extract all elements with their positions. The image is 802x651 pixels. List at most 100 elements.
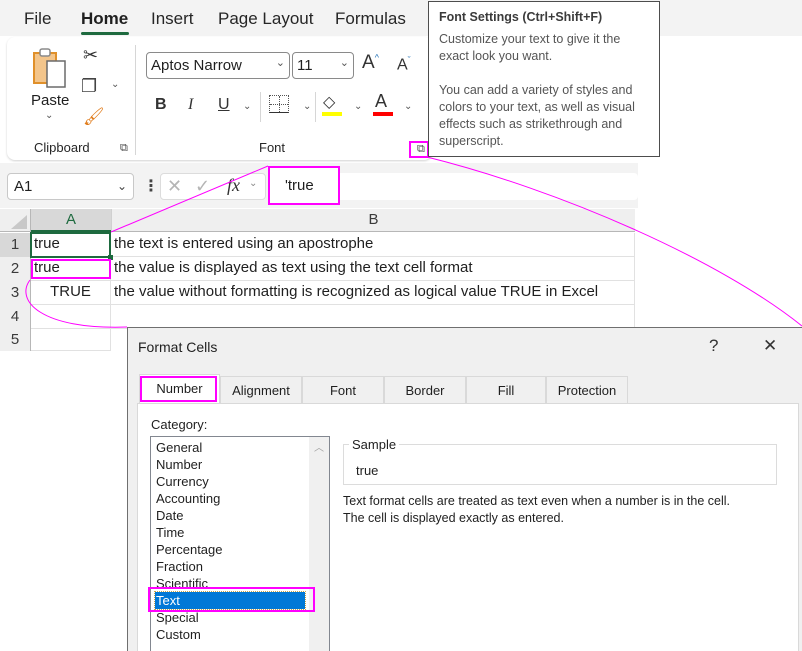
category-accounting[interactable]: Accounting (155, 490, 305, 507)
row-header-2[interactable]: 2 (0, 257, 31, 281)
sample-group (343, 444, 777, 485)
paste-label[interactable]: Paste (31, 92, 69, 109)
help-button[interactable]: ? (709, 336, 718, 356)
font-color-swatch (373, 112, 393, 116)
format-description: Text format cells are treated as text ev… (343, 493, 730, 527)
tab-insert[interactable]: Insert (151, 9, 194, 29)
tab-file[interactable]: File (24, 9, 51, 29)
row-header-5[interactable]: 5 (0, 329, 31, 351)
category-fraction[interactable]: Fraction (155, 558, 305, 575)
font-launcher-highlight (409, 141, 429, 158)
copy-icon[interactable]: ❐ (81, 76, 97, 97)
divider (260, 92, 261, 122)
category-number[interactable]: Number (155, 456, 305, 473)
cell-a4[interactable] (31, 305, 111, 329)
tab-fill[interactable]: Fill (466, 376, 546, 403)
cell-b2[interactable]: the value is displayed as text using the… (111, 257, 635, 281)
font-color-button[interactable]: A (375, 91, 387, 112)
cell-b1[interactable]: the text is entered using an apostrophe (111, 233, 635, 257)
tab-home[interactable]: Home (81, 9, 128, 29)
category-percentage[interactable]: Percentage (155, 541, 305, 558)
active-tab-indicator (81, 32, 129, 35)
underline-button[interactable]: U (218, 96, 230, 114)
fill-color-dropdown-chevron-icon[interactable]: ⌄ (354, 101, 362, 112)
number-tab-highlight (140, 376, 217, 402)
tab-formulas[interactable]: Formulas (335, 9, 406, 29)
tab-alignment[interactable]: Alignment (220, 376, 302, 403)
bold-button[interactable]: B (155, 96, 167, 114)
increase-font-size-button[interactable]: A^ (362, 52, 379, 74)
close-button[interactable]: ✕ (763, 336, 777, 356)
row-header-3[interactable]: 3 (0, 281, 31, 305)
cell-a2-highlight (31, 259, 111, 279)
group-divider (135, 45, 136, 155)
divider (315, 92, 316, 122)
tooltip-title: Font Settings (Ctrl+Shift+F) (439, 10, 603, 24)
category-general[interactable]: General (155, 439, 305, 456)
copy-dropdown-chevron-icon[interactable]: ⌄ (111, 79, 119, 90)
name-box[interactable]: A1 ⌄ (7, 173, 134, 200)
tab-page-layout[interactable]: Page Layout (218, 9, 313, 29)
cell-b3[interactable]: the value without formatting is recogniz… (111, 281, 635, 305)
tooltip-text-1: Customize your text to give it the exact… (439, 32, 621, 63)
cell-a3[interactable]: TRUE (31, 281, 111, 305)
select-all-icon (11, 215, 27, 229)
font-name-value: Aptos Narrow (151, 57, 242, 74)
category-time[interactable]: Time (155, 524, 305, 541)
cell-b4[interactable] (111, 305, 635, 329)
font-size-dropdown[interactable]: 11 ⌄ (292, 52, 354, 79)
sample-label: Sample (349, 437, 400, 452)
tab-border[interactable]: Border (384, 376, 466, 403)
category-scrollbar[interactable]: ︿ (309, 437, 329, 651)
clipboard-dialog-launcher-icon[interactable]: ⧉ (120, 142, 128, 155)
underline-dropdown-chevron-icon[interactable]: ⌄ (243, 101, 251, 112)
category-list[interactable]: General Number Currency Accounting Date … (150, 436, 330, 651)
enter-icon[interactable]: ✓ (195, 176, 210, 197)
active-cell-border (30, 232, 111, 258)
chevron-down-icon: ⌄ (249, 178, 258, 189)
ribbon-tab-bar: File Home Insert Page Layout Formulas (0, 0, 802, 36)
tab-font[interactable]: Font (302, 376, 384, 403)
more-options-icon[interactable]: ⋮ (143, 176, 159, 196)
italic-button[interactable]: I (188, 96, 193, 114)
column-header-b[interactable]: B (111, 209, 635, 232)
cut-icon[interactable]: ✂ (83, 45, 98, 66)
chevron-down-icon: ⌄ (116, 179, 127, 193)
borders-dropdown-chevron-icon[interactable]: ⌄ (303, 101, 311, 112)
formula-input-extension[interactable] (340, 173, 638, 200)
decrease-font-size-button[interactable]: Aˇ (397, 55, 411, 74)
category-currency[interactable]: Currency (155, 473, 305, 490)
scroll-up-icon[interactable]: ︿ (314, 439, 324, 454)
font-name-dropdown[interactable]: Aptos Narrow ⌄ (146, 52, 290, 79)
sample-value: true (356, 463, 379, 478)
format-cells-dialog: Format Cells ? ✕ Number Alignment Font B… (127, 327, 802, 651)
decrease-font-icon: A (397, 56, 408, 74)
tooltip-text-2: You can add a variety of styles and colo… (439, 83, 635, 148)
column-header-a[interactable]: A (31, 209, 111, 232)
fill-color-swatch (322, 112, 342, 116)
description-line-2: The cell is displayed exactly as entered… (343, 511, 564, 525)
paste-icon (33, 48, 66, 88)
select-all-corner[interactable] (0, 209, 31, 232)
insert-function-icon[interactable]: fx (227, 175, 240, 196)
tab-protection[interactable]: Protection (546, 376, 628, 403)
font-color-dropdown-chevron-icon[interactable]: ⌄ (404, 101, 412, 112)
cell-a5[interactable] (31, 329, 111, 351)
formula-value: 'true (285, 177, 314, 194)
cancel-icon[interactable]: ✕ (167, 176, 182, 197)
format-painter-icon[interactable]: 🖌 (83, 107, 105, 127)
category-custom[interactable]: Custom (155, 626, 305, 643)
paste-dropdown-chevron-icon[interactable]: ⌄ (45, 110, 53, 121)
dialog-title: Format Cells (138, 339, 218, 355)
borders-icon[interactable] (269, 95, 289, 113)
paste-button[interactable] (32, 47, 76, 97)
chevron-down-icon: ⌄ (275, 57, 285, 69)
font-settings-tooltip: Font Settings (Ctrl+Shift+F) Customize y… (428, 1, 660, 157)
row-header-4[interactable]: 4 (0, 305, 31, 329)
chevron-down-icon: ⌄ (339, 57, 349, 69)
row-header-1[interactable]: 1 (0, 233, 31, 257)
formula-input[interactable]: 'true (268, 166, 340, 205)
fill-color-icon[interactable]: ◇ (323, 92, 335, 112)
category-date[interactable]: Date (155, 507, 305, 524)
name-box-value: A1 (14, 178, 33, 195)
